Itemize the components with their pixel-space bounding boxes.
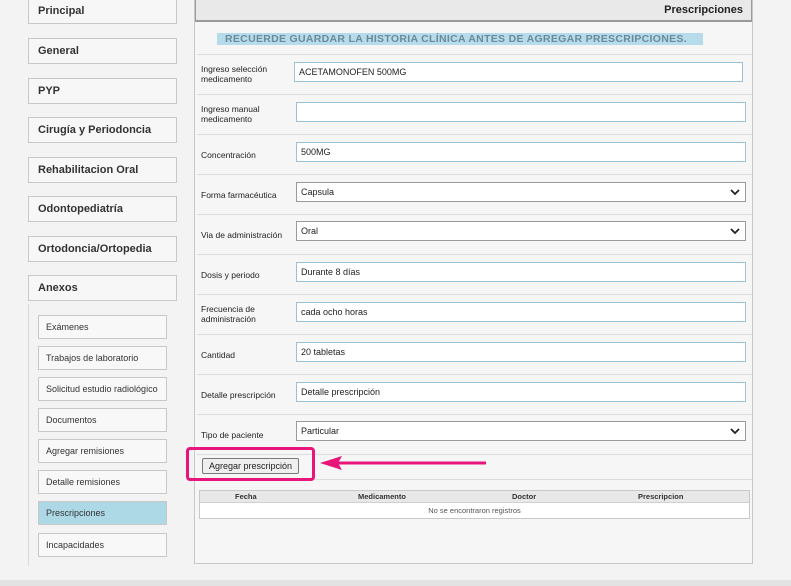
col-fecha: Fecha [235,492,257,501]
row-forma-farmaceutica: Forma farmacéutica Capsula [197,174,752,214]
menu-anexos[interactable]: Anexos [28,275,177,301]
submenu-detalle-remisiones[interactable]: Detalle remisiones [38,470,167,494]
panel-header: Prescripciones [195,0,752,22]
menu-cirugia-periodoncia[interactable]: Cirugía y Periodoncia [28,117,177,143]
manual-medicamento-input[interactable] [296,102,746,122]
chevron-down-icon [730,228,740,235]
menu-general[interactable]: General [28,38,177,64]
submenu-solicitud-estudio-radiologico[interactable]: Solicitud estudio radiológico [38,377,167,401]
panel-title: Prescripciones [664,4,743,16]
tipo-paciente-select[interactable]: Particular [296,421,746,441]
row-detalle-prescripcion: Detalle prescripción Detalle prescripció… [197,374,752,414]
seleccion-medicamento-label: Ingreso selección medicamento [201,64,268,84]
tipo-paciente-label: Tipo de paciente [201,430,264,440]
chevron-down-icon [730,189,740,196]
cantidad-label: Cantidad [201,350,236,360]
via-administracion-select[interactable]: Oral [296,221,746,241]
prescripciones-table: Fecha Medicamento Doctor Prescripcion No… [199,490,750,519]
manual-medicamento-label: Ingreso manual medicamento [201,104,260,124]
save-reminder-notice: RECUERDE GUARDAR LA HISTORIA CLÍNICA ANT… [217,33,703,45]
menu-rehabilitacion-oral[interactable]: Rehabilitacion Oral [28,157,177,183]
via-administracion-value: Oral [301,226,319,236]
col-doctor: Doctor [512,492,537,501]
submenu-examenes[interactable]: Exámenes [38,315,167,339]
menu-principal[interactable]: Principal [28,0,177,24]
dosis-periodo-label: Dosis y periodo [201,270,260,280]
dosis-periodo-input[interactable]: Durante 8 días [296,262,746,282]
submenu-prescripciones[interactable]: Prescripciones [38,501,167,525]
row-frecuencia-administracion: Frecuencia de administración cada ocho h… [197,294,752,334]
submenu-incapacidades[interactable]: Incapacidades [38,533,167,557]
col-prescripcion: Prescripcion [638,492,684,501]
row-cantidad: Cantidad 20 tabletas [197,334,752,374]
detalle-prescripcion-input[interactable]: Detalle prescripción [296,382,746,402]
tipo-paciente-value: Particular [301,426,340,436]
menu-pyp[interactable]: PYP [28,78,177,104]
chevron-down-icon [730,428,740,435]
row-dosis-periodo: Dosis y periodo Durante 8 días [197,254,752,294]
highlight-annotation [186,447,315,481]
via-administracion-label: Via de administración [201,230,283,240]
seleccion-medicamento-input[interactable]: ACETAMONOFEN 500MG [294,62,743,82]
frecuencia-administracion-input[interactable]: cada ocho horas [296,302,746,322]
table-header: Fecha Medicamento Doctor Prescripcion [200,491,749,503]
anexos-submenu [28,304,177,566]
submenu-documentos[interactable]: Documentos [38,408,167,432]
row-manual-medicamento: Ingreso manual medicamento [197,94,752,134]
cantidad-input[interactable]: 20 tabletas [296,342,746,362]
menu-ortodoncia-ortopedia[interactable]: Ortodoncia/Ortopedia [28,236,177,262]
frecuencia-administracion-label: Frecuencia de administración [201,304,256,324]
row-via-administracion: Via de administración Oral [197,214,752,254]
submenu-agregar-remisiones[interactable]: Agregar remisiones [38,439,167,463]
forma-farmaceutica-value: Capsula [301,187,335,197]
sidebar: Principal General PYP Cirugía y Periodon… [0,0,190,580]
concentracion-input[interactable]: 500MG [296,142,746,162]
forma-farmaceutica-select[interactable]: Capsula [296,182,746,202]
bottom-bar [0,580,791,586]
empty-table-message: No se encontraron registros [428,506,521,515]
row-seleccion-medicamento: Ingreso selección medicamento ACETAMONOF… [197,54,752,94]
menu-odontopediatria[interactable]: Odontopediatría [28,196,177,222]
submenu-trabajos-laboratorio[interactable]: Trabajos de laboratorio [38,346,167,370]
detalle-prescripcion-label: Detalle prescripción [201,390,276,400]
concentracion-label: Concentración [201,150,256,160]
pointer-arrow-icon [320,456,486,470]
col-medicamento: Medicamento [358,492,406,501]
row-concentracion: Concentración 500MG [197,134,752,174]
forma-farmaceutica-label: Forma farmacéutica [201,190,277,200]
